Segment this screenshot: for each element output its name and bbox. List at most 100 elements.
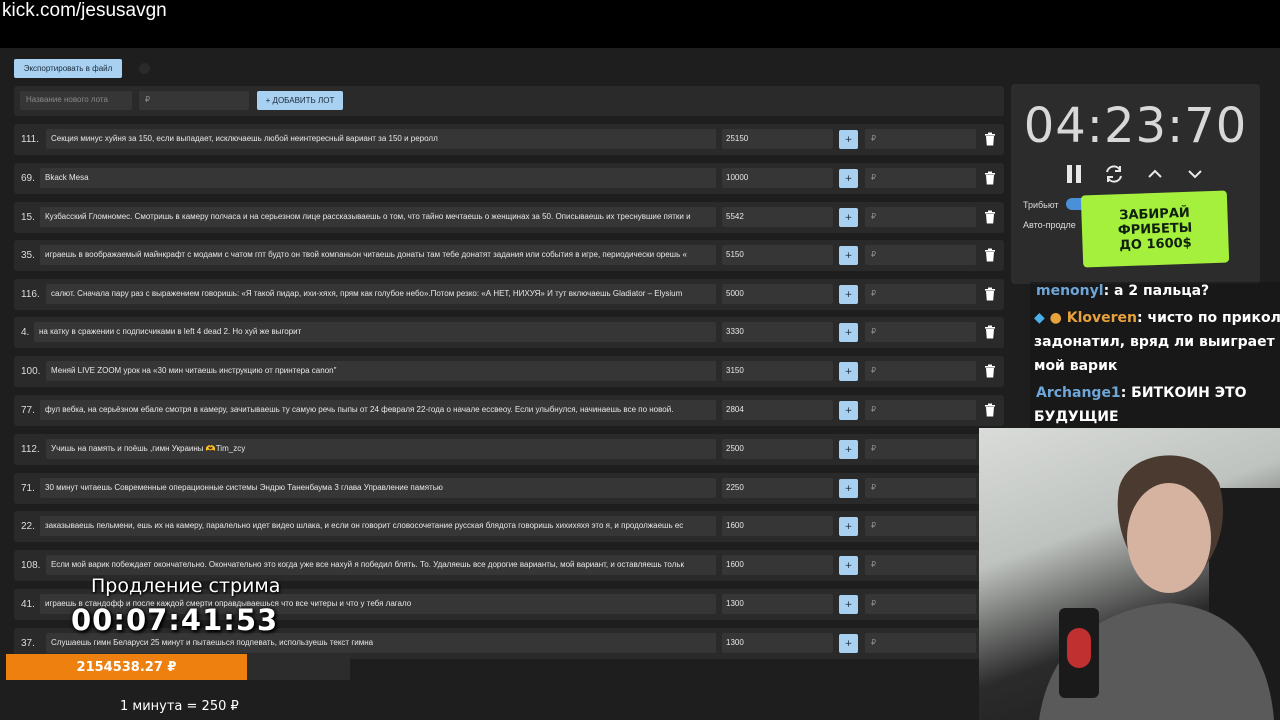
trash-icon[interactable] xyxy=(984,248,996,262)
lot-add-amount-input[interactable]: ₽ xyxy=(865,361,976,381)
promo-banner[interactable]: ЗАБИРАЙ ФРИБЕТЫ ДО 1600$ xyxy=(1080,190,1230,268)
lot-add-amount-button[interactable]: + xyxy=(839,169,858,188)
lot-add-amount-button[interactable]: + xyxy=(839,130,858,149)
lot-add-amount-button[interactable]: + xyxy=(839,323,858,342)
lot-add-amount-button[interactable]: + xyxy=(839,517,858,536)
chevron-down-icon[interactable] xyxy=(1184,163,1206,185)
trash-icon[interactable] xyxy=(984,287,996,301)
lot-add-amount-button[interactable]: + xyxy=(839,401,858,420)
lot-add-amount-button[interactable]: + xyxy=(839,479,858,498)
lot-row: 112. Учишь на память и поёшь ,гимн Украин… xyxy=(14,434,1004,465)
lot-number: 4. xyxy=(21,327,30,338)
chat-message: ◆ ● Kloveren: чисто по приколу xyxy=(1034,310,1280,326)
browser-url[interactable]: kick.com/jesusavgn xyxy=(2,0,167,22)
lot-add-amount-input[interactable]: ₽ xyxy=(865,207,976,227)
lot-amount-input[interactable]: 5150 xyxy=(722,245,833,265)
lot-number: 112. xyxy=(21,444,40,455)
lot-add-amount-input[interactable]: ₽ xyxy=(865,555,976,575)
money-total: 2154538.27 ₽ xyxy=(76,659,177,675)
webcam-feed xyxy=(979,428,1280,720)
lot-name-input[interactable]: Если мой варик побеждает окончательно. О… xyxy=(46,555,716,575)
lot-name-input[interactable]: на катку в сражении с подписчиками в lef… xyxy=(34,322,716,342)
lot-add-amount-button[interactable]: + xyxy=(839,362,858,381)
chat-text: : чисто по приколу xyxy=(1137,310,1280,326)
chat-message: Archange1: БИТКОИН ЭТО xyxy=(1036,385,1246,401)
lot-add-amount-button[interactable]: + xyxy=(839,285,858,304)
extension-clock: 00:07:41:53 xyxy=(71,603,279,637)
lot-amount-input[interactable]: 10000 xyxy=(722,168,833,188)
lot-amount-input[interactable]: 1600 xyxy=(722,516,833,536)
lot-add-amount-input[interactable]: ₽ xyxy=(865,633,976,653)
lot-amount-input[interactable]: 3330 xyxy=(722,322,833,342)
add-lot-button[interactable]: + ДОБАВИТЬ ЛОТ xyxy=(257,91,343,110)
lot-name-input[interactable]: Bkack Mesa xyxy=(40,168,716,188)
lot-name-input[interactable]: Секция минус хуйня за 150, если выпадает… xyxy=(46,129,716,149)
lot-name-input[interactable]: салют. Сначала пару раз с выражением гов… xyxy=(46,284,716,304)
pause-icon[interactable] xyxy=(1063,163,1085,185)
lot-number: 22. xyxy=(21,521,35,532)
lot-add-amount-input[interactable]: ₽ xyxy=(865,439,976,459)
rate-text: 1 минута = 250 ₽ xyxy=(120,699,239,714)
lot-row: 77. фул вебка, на серьёзном ебале смотря … xyxy=(14,395,1004,426)
lot-amount-input[interactable]: 1600 xyxy=(722,555,833,575)
lot-name-input[interactable]: заказываешь пельмени, ешь их на камеру, … xyxy=(40,516,716,536)
lot-row: 69. Bkack Mesa 10000 + ₽ xyxy=(14,163,1004,194)
extension-title: Продление стрима xyxy=(91,575,281,597)
lot-add-amount-button[interactable]: + xyxy=(839,595,858,614)
lot-amount-input[interactable]: 5000 xyxy=(722,284,833,304)
badge-icon: ◆ xyxy=(1034,310,1045,326)
lot-add-amount-button[interactable]: + xyxy=(839,556,858,575)
new-lot-name-input[interactable]: Название нового лота xyxy=(20,91,132,110)
lot-add-amount-input[interactable]: ₽ xyxy=(865,594,976,614)
lot-name-input[interactable]: играешь в воображаемый майнкрафт с модам… xyxy=(40,245,716,265)
lot-add-amount-input[interactable]: ₽ xyxy=(865,168,976,188)
lot-add-amount-input[interactable]: ₽ xyxy=(865,129,976,149)
lot-amount-input[interactable]: 2804 xyxy=(722,400,833,420)
lot-name-input[interactable]: фул вебка, на серьёзном ебале смотря в к… xyxy=(40,400,716,420)
lot-add-amount-button[interactable]: + xyxy=(839,246,858,265)
trash-icon[interactable] xyxy=(984,403,996,417)
reset-icon[interactable] xyxy=(1103,163,1125,185)
lot-add-amount-input[interactable]: ₽ xyxy=(865,245,976,265)
export-button[interactable]: Экспортировать в файл xyxy=(14,59,122,78)
lot-number: 71. xyxy=(21,483,35,494)
lot-add-amount-input[interactable]: ₽ xyxy=(865,516,976,536)
lot-number: 37. xyxy=(21,638,35,649)
lot-add-amount-input[interactable]: ₽ xyxy=(865,400,976,420)
lot-name-input[interactable]: Кузбасский Гломномес. Смотришь в камеру … xyxy=(40,207,716,227)
lot-amount-input[interactable]: 2250 xyxy=(722,478,833,498)
lot-number: 41. xyxy=(21,599,35,610)
lot-add-amount-button[interactable]: + xyxy=(839,208,858,227)
lot-amount-input[interactable]: 3150 xyxy=(722,361,833,381)
chat-text: : а 2 пальца? xyxy=(1103,283,1210,299)
lot-amount-input[interactable]: 1300 xyxy=(722,633,833,653)
trash-icon[interactable] xyxy=(984,325,996,339)
lot-add-amount-input[interactable]: ₽ xyxy=(865,284,976,304)
chat-message: задонатил, вряд ли выиграет xyxy=(1034,334,1275,350)
chevron-up-icon[interactable] xyxy=(1144,163,1166,185)
lot-add-amount-button[interactable]: + xyxy=(839,440,858,459)
lot-row: 22. заказываешь пельмени, ешь их на камер… xyxy=(14,511,1004,542)
lot-add-amount-input[interactable]: ₽ xyxy=(865,322,976,342)
lot-amount-input[interactable]: 2500 xyxy=(722,439,833,459)
lot-name-input[interactable]: 30 минут читаешь Современные операционны… xyxy=(40,478,716,498)
lot-amount-input[interactable]: 1300 xyxy=(722,594,833,614)
trash-icon[interactable] xyxy=(984,171,996,185)
trash-icon[interactable] xyxy=(984,364,996,378)
chat-text: : БИТКОИН ЭТО xyxy=(1120,385,1247,401)
timer-value: 04:23:70 xyxy=(1023,98,1248,154)
lot-amount-input[interactable]: 25150 xyxy=(722,129,833,149)
lot-row: 4. на катку в сражении с подписчиками в l… xyxy=(14,317,1004,348)
status-dot xyxy=(139,63,150,74)
lot-add-amount-input[interactable]: ₽ xyxy=(865,478,976,498)
lot-number: 111. xyxy=(21,134,39,145)
lot-amount-input[interactable]: 5542 xyxy=(722,207,833,227)
tribute-label: Трибьют xyxy=(1023,200,1059,210)
new-lot-price-input[interactable]: ₽ xyxy=(139,91,249,110)
lot-name-input[interactable]: Меняй LIVE ZOOM урок на «30 мин читаешь … xyxy=(46,361,716,381)
lot-add-amount-button[interactable]: + xyxy=(839,634,858,653)
promo-line: ДО 1600$ xyxy=(1119,235,1192,253)
lot-name-input[interactable]: Учишь на память и поёшь ,гимн Украины 🫶T… xyxy=(46,439,716,459)
trash-icon[interactable] xyxy=(984,132,996,146)
trash-icon[interactable] xyxy=(984,210,996,224)
